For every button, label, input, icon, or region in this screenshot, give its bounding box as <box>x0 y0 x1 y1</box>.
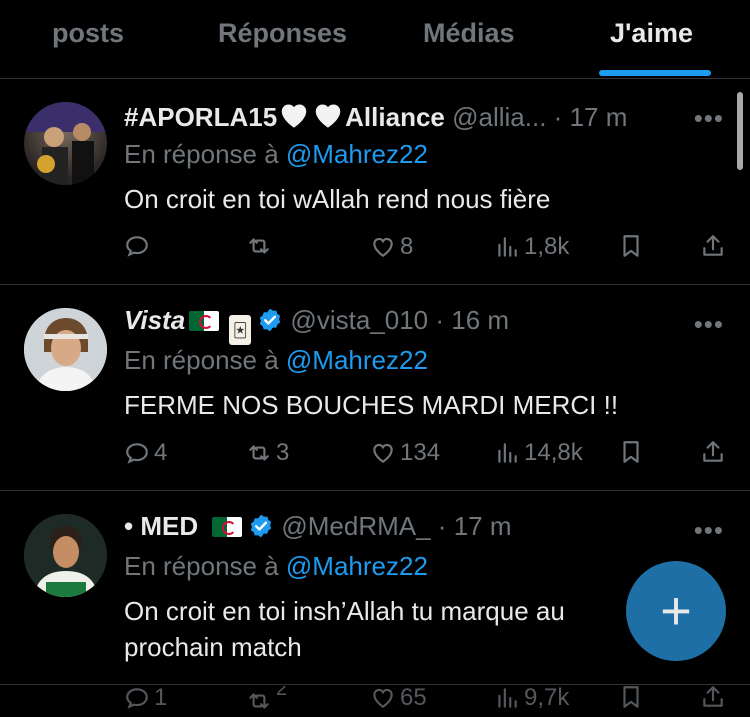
retweet-icon <box>249 445 269 461</box>
like-count: 65 <box>400 686 427 711</box>
reply-context: En réponse à @Mahrez22 <box>124 139 428 170</box>
more-options-icon[interactable]: ••• <box>694 309 724 340</box>
timestamp[interactable]: 17 m <box>454 511 512 541</box>
retweet-count: 3 <box>276 439 290 466</box>
retweet-button[interactable] <box>246 233 276 259</box>
reply-icon <box>126 236 148 257</box>
retweet-icon <box>249 693 269 709</box>
bookmark-button[interactable] <box>618 439 648 465</box>
views-button[interactable]: 14,8k <box>494 439 583 467</box>
like-count: 134 <box>400 439 441 466</box>
reply-icon <box>126 443 148 464</box>
bookmark-icon <box>623 235 639 257</box>
tab-posts[interactable]: posts <box>52 18 124 49</box>
user-handle[interactable]: @MedRMA_ <box>281 511 430 541</box>
display-name-suffix[interactable]: Alliance <box>345 102 445 132</box>
separator-dot: · <box>553 102 563 132</box>
tab-likes[interactable]: J'aime <box>610 18 693 49</box>
share-icon <box>703 441 723 462</box>
algeria-flag-icon <box>212 517 243 537</box>
views-icon <box>498 443 517 463</box>
reply-button[interactable]: 4 <box>124 439 167 467</box>
display-name[interactable]: Vista <box>124 305 185 335</box>
tab-media[interactable]: Médias <box>423 18 515 49</box>
reply-count: 1 <box>154 686 168 711</box>
algeria-flag-icon <box>189 311 220 331</box>
tab-replies[interactable]: Réponses <box>218 18 347 49</box>
share-icon <box>703 235 723 256</box>
reply-mention-link[interactable]: @Mahrez22 <box>286 345 428 375</box>
like-button[interactable]: 8 <box>370 233 413 261</box>
tweet-actions: 8 1,8k <box>124 233 724 267</box>
retweet-icon <box>249 238 269 254</box>
reply-context: En réponse à @Mahrez22 <box>124 345 428 376</box>
views-button[interactable]: 1,8k <box>494 233 569 261</box>
tweet-text: On croit en toi insh’Allah tu marque au … <box>124 596 565 662</box>
view-count: 14,8k <box>524 439 583 466</box>
heart-icon <box>373 443 393 463</box>
views-icon <box>498 688 517 708</box>
bookmark-button[interactable] <box>618 233 648 259</box>
view-count: 9,7k <box>524 686 570 711</box>
tweet-actions: 1 2 65 9,7k <box>124 686 724 717</box>
white-heart-icon <box>311 99 345 136</box>
more-options-icon[interactable]: ••• <box>694 103 724 134</box>
reply-button[interactable]: 1 <box>124 686 167 712</box>
like-button[interactable]: 65 <box>370 686 427 712</box>
share-icon <box>703 686 723 707</box>
reply-context: En réponse à @Mahrez22 <box>124 551 428 582</box>
views-icon <box>498 237 517 257</box>
more-options-icon[interactable]: ••• <box>694 515 724 546</box>
display-name[interactable]: #APORLA15 <box>124 102 277 132</box>
retweet-button[interactable]: 3 <box>246 439 289 467</box>
display-name[interactable]: • MED <box>124 511 198 541</box>
retweet-count: 2 <box>276 686 288 700</box>
verified-badge-icon <box>257 307 283 340</box>
verified-badge-icon <box>248 513 274 546</box>
white-heart-icon <box>277 99 311 136</box>
bookmark-icon <box>623 686 639 708</box>
views-button[interactable]: 9,7k <box>494 686 569 712</box>
user-handle[interactable]: @allia... <box>452 102 546 132</box>
share-button[interactable] <box>700 439 730 465</box>
reply-prefix: En réponse à <box>124 551 279 581</box>
like-button[interactable]: 134 <box>370 439 440 467</box>
reply-prefix: En réponse à <box>124 139 279 169</box>
compose-post-button[interactable]: + <box>626 561 726 661</box>
heart-icon <box>373 237 393 257</box>
timestamp[interactable]: 17 m <box>570 102 628 132</box>
bookmark-button[interactable] <box>618 686 648 710</box>
view-count: 1,8k <box>524 233 570 260</box>
avatar[interactable] <box>24 102 107 185</box>
separator-dot: · <box>437 511 447 541</box>
active-tab-indicator <box>599 70 711 76</box>
share-button[interactable] <box>700 233 730 259</box>
retweet-button[interactable]: 2 <box>246 686 287 714</box>
reply-prefix: En réponse à <box>124 345 279 375</box>
like-count: 8 <box>400 233 414 260</box>
reply-mention-link[interactable]: @Mahrez22 <box>286 139 428 169</box>
separator-dot: · <box>435 305 445 335</box>
tweet[interactable]: #APORLA15 Alliance @allia... · 17 m ••• … <box>0 79 750 285</box>
heart-icon <box>373 688 393 708</box>
user-handle[interactable]: @vista_010 <box>290 305 428 335</box>
plus-icon: + <box>660 581 692 641</box>
joker-card-icon: 🃏 <box>229 315 252 345</box>
reply-count: 4 <box>154 439 168 466</box>
reply-mention-link[interactable]: @Mahrez22 <box>286 551 428 581</box>
share-button[interactable] <box>700 686 724 710</box>
profile-tabs: posts Réponses Médias J'aime <box>0 0 750 79</box>
tweet-text: On croit en toi wAllah rend nous fière <box>124 184 551 214</box>
bookmark-icon <box>623 441 639 463</box>
avatar[interactable] <box>24 514 107 597</box>
timestamp[interactable]: 16 m <box>451 305 509 335</box>
reply-button[interactable] <box>124 233 154 259</box>
reply-icon <box>126 688 148 709</box>
tweet[interactable]: Vista 🃏 @vista_010 · 16 m ••• En réponse … <box>0 285 750 491</box>
avatar[interactable] <box>24 308 107 391</box>
tweet-actions: 4 3 134 14,8k <box>124 439 724 473</box>
tweet-text: FERME NOS BOUCHES MARDI MERCI !! <box>124 390 619 420</box>
